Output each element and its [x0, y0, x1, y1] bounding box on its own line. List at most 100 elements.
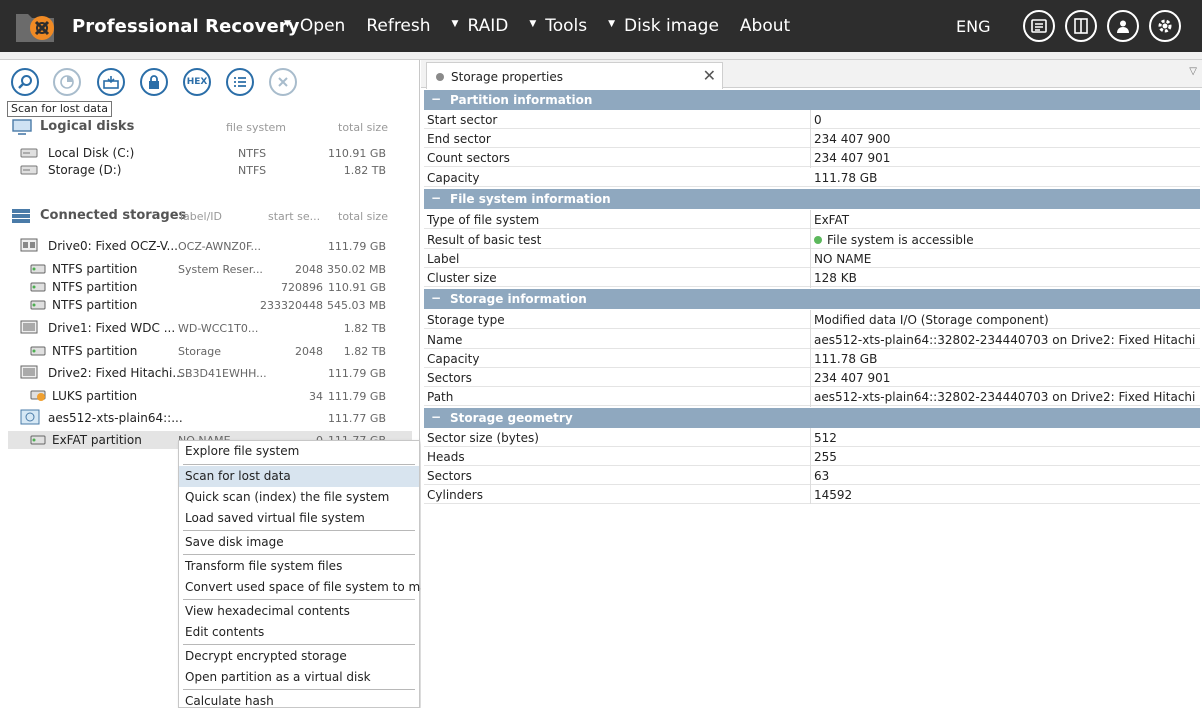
menu-transform-files[interactable]: Transform file system files	[179, 556, 419, 577]
storage-row-partition[interactable]: NTFS partition 233320448 545.03 MB	[8, 296, 412, 314]
partition-icon	[30, 345, 46, 359]
menu-separator	[183, 554, 415, 555]
menu-load-saved-vfs[interactable]: Load saved virtual file system	[179, 508, 419, 529]
property-row: Capacity 111.78 GB	[424, 349, 1200, 368]
app-title: Professional Recovery	[72, 16, 300, 37]
col-total-size: total size	[338, 210, 388, 223]
properties-list-button[interactable]	[226, 68, 254, 96]
property-row: Sectors 234 407 901	[424, 368, 1200, 387]
menu-separator	[183, 599, 415, 600]
property-row: Capacity 111.78 GB	[424, 168, 1200, 187]
menu-separator	[183, 689, 415, 690]
tab-bar: Storage properties ✕ ▽	[421, 60, 1202, 89]
panel-toggle-icon[interactable]	[1065, 10, 1097, 42]
menu-convert-to-mask[interactable]: Convert used space of file system to mas…	[179, 577, 441, 598]
menu-separator	[183, 530, 415, 531]
scan-for-lost-data-button[interactable]	[11, 68, 39, 96]
logical-disk-row[interactable]: Storage (D:) NTFS 1.82 TB	[8, 161, 412, 179]
storage-row-drive[interactable]: Drive0: Fixed OCZ-V... OCZ-AWNZ0F... 111…	[8, 237, 412, 255]
storage-row-drive[interactable]: Drive1: Fixed WDC ... WD-WCC1T0... 1.82 …	[8, 319, 412, 337]
main-menu: ▼ Open Refresh ▼ RAID ▼ Tools ▼ Disk image A…	[284, 16, 811, 36]
property-row: Cluster size 128 KB	[424, 268, 1200, 287]
storage-row-virtual[interactable]: aes512-xts-plain64::... 111.77 GB	[8, 409, 412, 427]
partition-icon	[30, 434, 46, 448]
property-row: Count sectors 234 407 901	[424, 148, 1200, 167]
storage-row-partition[interactable]: NTFS partition System Reser... 2048 350.…	[8, 260, 412, 278]
locked-partition-icon	[30, 388, 46, 405]
property-row: Label NO NAME	[424, 249, 1200, 268]
storage-row-partition[interactable]: NTFS partition 720896 110.91 GB	[8, 278, 412, 296]
group-partition-information[interactable]: − Partition information	[424, 90, 1200, 110]
col-start-sector: start se...	[268, 210, 321, 223]
language-selector[interactable]: ENG	[956, 17, 990, 36]
lock-button[interactable]	[140, 68, 168, 96]
user-icon[interactable]	[1107, 10, 1139, 42]
menu-refresh[interactable]: Refresh	[366, 16, 430, 36]
dropdown-triangle-icon: ▼	[529, 19, 537, 29]
menu-explore-file-system[interactable]: Explore file system	[179, 441, 419, 462]
partition-icon	[30, 263, 46, 277]
properties-panel: Storage properties ✕ ▽ − Partition infor…	[421, 60, 1202, 708]
collapse-icon: −	[431, 291, 442, 305]
tab-close-icon[interactable]: ✕	[703, 66, 716, 85]
column-divider	[810, 110, 811, 168]
property-row: End sector 234 407 900	[424, 129, 1200, 148]
close-icon[interactable]	[269, 68, 297, 96]
property-row: Sector size (bytes) 512	[424, 428, 1200, 447]
context-menu: Explore file system Scan for lost data Q…	[178, 440, 441, 708]
storage-row-partition[interactable]: LUKS partition 34 111.79 GB	[8, 387, 412, 405]
hard-disk-icon	[20, 147, 38, 161]
drive-icon	[20, 365, 38, 382]
collapse-icon: −	[431, 410, 442, 424]
property-row: Type of file system ExFAT	[424, 210, 1200, 229]
menu-decrypt-storage[interactable]: Decrypt encrypted storage	[179, 646, 419, 667]
group-storage-information[interactable]: − Storage information	[424, 289, 1200, 309]
partition-icon	[30, 299, 46, 313]
status-ok-icon	[814, 236, 822, 244]
storage-row-drive[interactable]: Drive2: Fixed Hitachi... SB3D41EWHH... 1…	[8, 364, 412, 382]
logical-disks-title: Logical disks	[40, 119, 135, 134]
menu-calculate-hash[interactable]: Calculate hash	[179, 691, 419, 708]
menu-quick-scan[interactable]: Quick scan (index) the file system	[179, 487, 419, 508]
column-divider	[810, 310, 811, 407]
menu-separator	[183, 464, 415, 465]
col-file-system: file system	[226, 121, 287, 134]
menu-edit-contents[interactable]: Edit contents	[179, 622, 419, 643]
top-bar: Professional Recovery ▼ Open Refresh ▼ RAI…	[0, 0, 1202, 52]
property-row: Sectors 63	[424, 466, 1200, 485]
property-row: Path aes512-xts-plain64::32802-234440703 …	[424, 387, 1200, 406]
menu-save-disk-image[interactable]: Save disk image	[179, 532, 419, 553]
group-storage-geometry[interactable]: − Storage geometry	[424, 408, 1200, 428]
tab-storage-properties[interactable]: Storage properties ✕	[426, 62, 723, 89]
settings-gear-icon[interactable]	[1149, 10, 1181, 42]
logical-disk-row[interactable]: Local Disk (C:) NTFS 110.91 GB	[8, 144, 412, 162]
partition-icon	[30, 281, 46, 295]
menu-view-hex[interactable]: View hexadecimal contents	[179, 601, 419, 622]
log-icon[interactable]	[1023, 10, 1055, 42]
dropdown-triangle-icon: ▼	[451, 19, 459, 29]
menu-scan-for-lost-data[interactable]: Scan for lost data	[179, 466, 419, 487]
menu-disk-image[interactable]: ▼ Disk image	[608, 16, 719, 36]
menu-open-as-virtual-disk[interactable]: Open partition as a virtual disk	[179, 667, 419, 688]
collapse-icon: −	[431, 191, 442, 205]
hard-disk-icon	[20, 164, 38, 178]
hex-view-button[interactable]: HEX	[183, 68, 211, 96]
virtual-disk-icon	[20, 409, 40, 428]
disk-image-button[interactable]	[97, 68, 125, 96]
menu-open[interactable]: ▼ Open	[284, 16, 345, 36]
group-file-system-information[interactable]: − File system information	[424, 189, 1200, 209]
toolbar-strip	[0, 52, 1202, 60]
menu-raid[interactable]: ▼ RAID	[452, 16, 509, 36]
menu-separator	[183, 644, 415, 645]
column-divider	[810, 428, 811, 504]
column-divider	[810, 210, 811, 288]
drive-icon	[20, 320, 38, 337]
col-label-id: label/ID	[180, 210, 223, 223]
toolbar-tooltip: Scan for lost data	[7, 101, 112, 117]
menu-tools[interactable]: ▼ Tools	[529, 16, 587, 36]
tab-status-dot-icon	[436, 73, 444, 81]
panel-menu-icon[interactable]: ▽	[1189, 66, 1197, 77]
storage-row-partition[interactable]: NTFS partition Storage 2048 1.82 TB	[8, 342, 412, 360]
file-system-scan-icon[interactable]	[53, 68, 81, 96]
menu-about[interactable]: About	[740, 16, 790, 36]
